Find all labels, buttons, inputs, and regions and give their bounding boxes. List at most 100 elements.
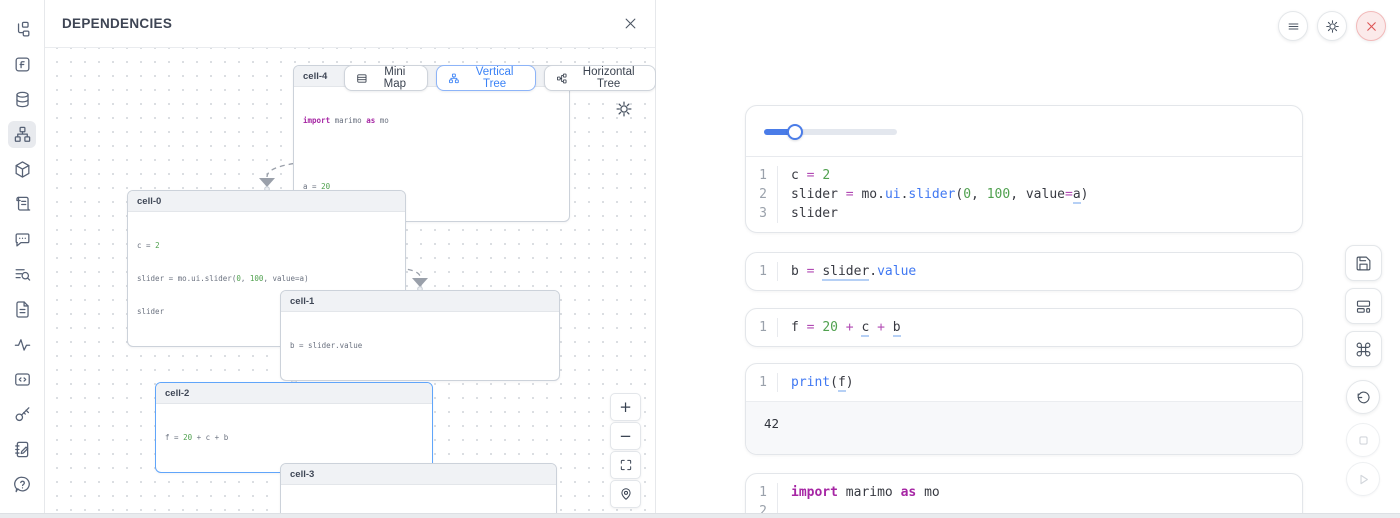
line-number: 2 — [746, 185, 778, 204]
undo-icon — [1355, 389, 1372, 406]
undo-button[interactable] — [1346, 380, 1380, 414]
node-code-line: slider = mo.ui.slider(0, 100, value=a) — [137, 273, 396, 284]
sidebar-item-variables[interactable] — [8, 51, 36, 78]
pin-icon — [619, 487, 633, 501]
gear-icon — [615, 100, 633, 118]
notebook-cell-f[interactable]: 1f = 20 + c + b — [745, 308, 1303, 347]
vertical-tree-icon — [448, 72, 460, 85]
sidebar-item-logs[interactable] — [8, 261, 36, 288]
dependencies-panel: DEPENDENCIES — [45, 0, 656, 518]
line-number: 1 — [746, 483, 778, 502]
sidebar-item-packages[interactable] — [8, 156, 36, 183]
node-code-line: c = 2 — [137, 240, 396, 251]
code-line: b = slider.value — [778, 262, 916, 281]
cell-code-editor[interactable]: 1print(f) — [746, 364, 1302, 401]
notebook-cell-import[interactable]: 1import marimo as mo 2 — [745, 473, 1303, 518]
fit-view-button[interactable] — [610, 451, 641, 479]
dependency-graph-canvas[interactable]: cell-4 import marimo as mo a = 20 cell-0… — [45, 48, 656, 518]
node-code-line: import marimo as mo — [303, 115, 560, 126]
command-icon — [1355, 341, 1372, 358]
graph-node-cell-2[interactable]: cell-2 f = 20 + c + b — [155, 382, 433, 473]
packages-icon — [13, 160, 32, 179]
cell-output-area — [746, 106, 1302, 157]
sidebar-item-outputs[interactable] — [8, 366, 36, 393]
documentation-icon — [13, 195, 32, 214]
minus-icon: − — [619, 427, 632, 445]
code-line: c = 2 — [778, 166, 830, 185]
code-line: print(f) — [778, 373, 854, 392]
code-line: slider = mo.ui.slider(0, 100, value=a) — [778, 185, 1088, 204]
save-button[interactable] — [1345, 245, 1382, 281]
notebook-cell-slider[interactable]: 1c = 2 2slider = mo.ui.slider(0, 100, va… — [745, 105, 1303, 233]
graph-node-cell-3[interactable]: cell-3 print(f) — [280, 463, 557, 518]
line-number: 1 — [746, 373, 778, 392]
node-code-line: b = slider.value — [290, 340, 550, 351]
cell-code-editor[interactable]: 1b = slider.value — [746, 253, 1302, 290]
sidebar-item-secrets[interactable] — [8, 401, 36, 428]
sidebar-item-help[interactable] — [8, 471, 36, 498]
line-number: 3 — [746, 204, 778, 223]
stop-button[interactable] — [1346, 423, 1380, 457]
save-icon — [1355, 255, 1372, 272]
zoom-in-button[interactable]: + — [610, 393, 641, 421]
graph-view-toolbar: Mini Map Vertical Tree Horizontal Tree — [344, 65, 656, 91]
notebook-menu-button[interactable] — [1278, 11, 1308, 41]
sidebar-item-documentation[interactable] — [8, 191, 36, 218]
notebook-cell-b[interactable]: 1b = slider.value — [745, 252, 1303, 291]
minimap-button[interactable]: Mini Map — [344, 65, 428, 91]
close-panel-button[interactable] — [623, 16, 638, 31]
line-number: 1 — [746, 166, 778, 185]
line-number: 1 — [746, 262, 778, 281]
slider-widget[interactable] — [764, 124, 897, 140]
run-button[interactable] — [1346, 462, 1380, 496]
fit-view-icon — [619, 458, 633, 472]
scratchpad-icon — [13, 440, 32, 459]
cell-code-editor[interactable]: 1f = 20 + c + b — [746, 309, 1302, 346]
sidebar-item-snippets[interactable] — [8, 296, 36, 323]
vertical-tree-button[interactable]: Vertical Tree — [436, 65, 536, 91]
node-title: cell-3 — [281, 464, 556, 485]
node-title: cell-1 — [281, 291, 559, 312]
sidebar-item-file-explorer[interactable] — [8, 16, 36, 43]
close-icon — [623, 16, 638, 31]
variables-icon — [13, 55, 32, 74]
dependencies-icon — [13, 125, 32, 144]
code-line: f = 20 + c + b — [778, 318, 901, 337]
node-title: cell-2 — [156, 383, 432, 404]
shutdown-button[interactable] — [1356, 11, 1386, 41]
cell-code-editor[interactable]: 1import marimo as mo 2 — [746, 474, 1302, 518]
cell-console-output: 42 — [746, 401, 1302, 454]
layout-button[interactable] — [1345, 288, 1382, 324]
keyboard-shortcuts-button[interactable] — [1345, 331, 1382, 367]
sidebar-item-chat[interactable] — [8, 226, 36, 253]
file-explorer-icon — [13, 20, 32, 39]
notebook-settings-button[interactable] — [1317, 11, 1347, 41]
outputs-icon — [13, 370, 32, 389]
layout-icon — [1355, 298, 1372, 315]
menu-icon — [1286, 19, 1301, 34]
data-sources-icon — [13, 90, 32, 109]
code-line: slider — [778, 204, 838, 223]
slider-thumb[interactable] — [787, 124, 803, 140]
sidebar-item-tracing[interactable] — [8, 331, 36, 358]
sidebar-item-dependencies[interactable] — [8, 121, 36, 148]
lock-position-button[interactable] — [610, 480, 641, 508]
zoom-out-button[interactable]: − — [610, 422, 641, 450]
graph-settings-button[interactable] — [615, 100, 633, 118]
horizontal-tree-icon — [556, 72, 568, 85]
shutdown-icon — [1364, 19, 1379, 34]
notebook-cell-print[interactable]: 1print(f) 42 — [745, 363, 1303, 455]
horizontal-tree-button[interactable]: Horizontal Tree — [544, 65, 656, 91]
snippets-icon — [13, 300, 32, 319]
secrets-icon — [13, 405, 32, 424]
graph-node-cell-1[interactable]: cell-1 b = slider.value — [280, 290, 560, 381]
minimap-icon — [356, 72, 368, 85]
node-code-line: f = 20 + c + b — [165, 432, 423, 443]
dependencies-panel-header: DEPENDENCIES — [45, 0, 655, 48]
sidebar-item-data-sources[interactable] — [8, 86, 36, 113]
code-line: import marimo as mo — [778, 483, 940, 502]
sidebar-item-scratchpad[interactable] — [8, 436, 36, 463]
gear-icon — [1325, 19, 1340, 34]
activity-bar — [0, 0, 45, 518]
cell-code-editor[interactable]: 1c = 2 2slider = mo.ui.slider(0, 100, va… — [746, 157, 1302, 232]
